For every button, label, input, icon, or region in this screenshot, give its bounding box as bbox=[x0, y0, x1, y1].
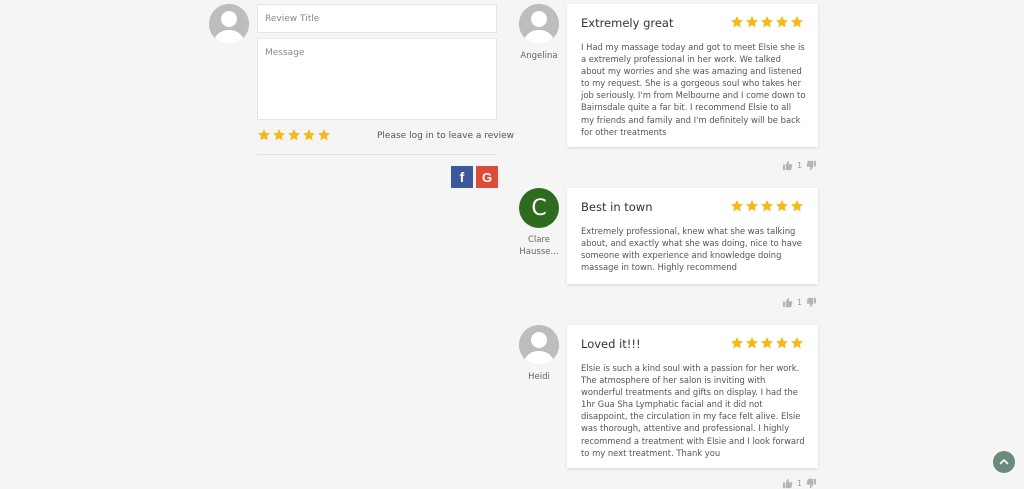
thumbs-down-icon[interactable] bbox=[806, 478, 817, 489]
chevron-up-icon bbox=[999, 459, 1009, 465]
message-textarea[interactable]: Message bbox=[257, 38, 497, 120]
review-card: Best in town Extremely professional, kne… bbox=[567, 188, 818, 284]
user-silhouette-icon bbox=[519, 4, 559, 44]
star-icon[interactable] bbox=[257, 128, 271, 142]
facebook-icon: f bbox=[459, 169, 465, 185]
star-icon bbox=[730, 199, 744, 213]
star-icon[interactable] bbox=[272, 128, 286, 142]
review-title-placeholder: Review Title bbox=[265, 14, 320, 24]
star-icon[interactable] bbox=[302, 128, 316, 142]
review-title: Best in town bbox=[581, 200, 653, 214]
review-author: Angelina bbox=[520, 51, 558, 61]
thumbs-down-icon[interactable] bbox=[806, 160, 817, 171]
review-title: Loved it!!! bbox=[581, 337, 641, 351]
review-votes: 1 bbox=[782, 160, 817, 171]
like-count: 1 bbox=[797, 479, 803, 488]
divider bbox=[257, 154, 497, 155]
review-body: Elsie is such a kind soul with a passion… bbox=[581, 363, 805, 458]
star-icon bbox=[745, 15, 759, 29]
star-icon bbox=[790, 336, 804, 350]
star-icon bbox=[760, 199, 774, 213]
star-icon bbox=[775, 336, 789, 350]
avatar-letter: C bbox=[519, 188, 559, 228]
review-card: Loved it!!! Elsie is such a kind soul wi… bbox=[567, 325, 818, 468]
review-author: Heidi bbox=[528, 372, 550, 382]
review-body: Extremely professional, knew what she wa… bbox=[581, 226, 802, 273]
review-body: I Had my massage today and got to meet E… bbox=[581, 42, 806, 137]
star-icon bbox=[760, 336, 774, 350]
review-title: Extremely great bbox=[581, 16, 674, 30]
scroll-to-top-button[interactable] bbox=[993, 451, 1015, 473]
review-rating bbox=[730, 15, 804, 29]
thumbs-up-icon[interactable] bbox=[782, 478, 793, 489]
review-title-input[interactable]: Review Title bbox=[257, 4, 497, 33]
star-icon bbox=[775, 199, 789, 213]
star-icon bbox=[745, 336, 759, 350]
google-login-button[interactable]: G bbox=[476, 166, 498, 188]
user-silhouette-icon bbox=[209, 4, 249, 44]
message-placeholder: Message bbox=[265, 48, 305, 58]
star-icon bbox=[790, 15, 804, 29]
like-count: 1 bbox=[797, 161, 803, 170]
star-icon[interactable] bbox=[317, 128, 331, 142]
star-icon bbox=[775, 15, 789, 29]
review-rating bbox=[730, 199, 804, 213]
rating-input[interactable] bbox=[257, 128, 331, 142]
thumbs-down-icon[interactable] bbox=[806, 297, 817, 308]
like-count: 1 bbox=[797, 298, 803, 307]
review-rating bbox=[730, 336, 804, 350]
star-icon bbox=[745, 199, 759, 213]
review-votes: 1 bbox=[782, 297, 817, 308]
star-icon bbox=[730, 336, 744, 350]
login-note: Please log in to leave a review bbox=[377, 131, 515, 141]
user-silhouette-icon bbox=[519, 325, 559, 365]
thumbs-up-icon[interactable] bbox=[782, 160, 793, 171]
star-icon bbox=[730, 15, 744, 29]
review-card: Extremely great I Had my massage today a… bbox=[567, 4, 818, 147]
thumbs-up-icon[interactable] bbox=[782, 297, 793, 308]
facebook-login-button[interactable]: f bbox=[451, 166, 473, 188]
star-icon bbox=[760, 15, 774, 29]
star-icon bbox=[790, 199, 804, 213]
google-icon: G bbox=[481, 169, 493, 185]
review-votes: 1 bbox=[782, 478, 817, 489]
review-author: Clare Hausse... bbox=[519, 235, 559, 257]
star-icon[interactable] bbox=[287, 128, 301, 142]
